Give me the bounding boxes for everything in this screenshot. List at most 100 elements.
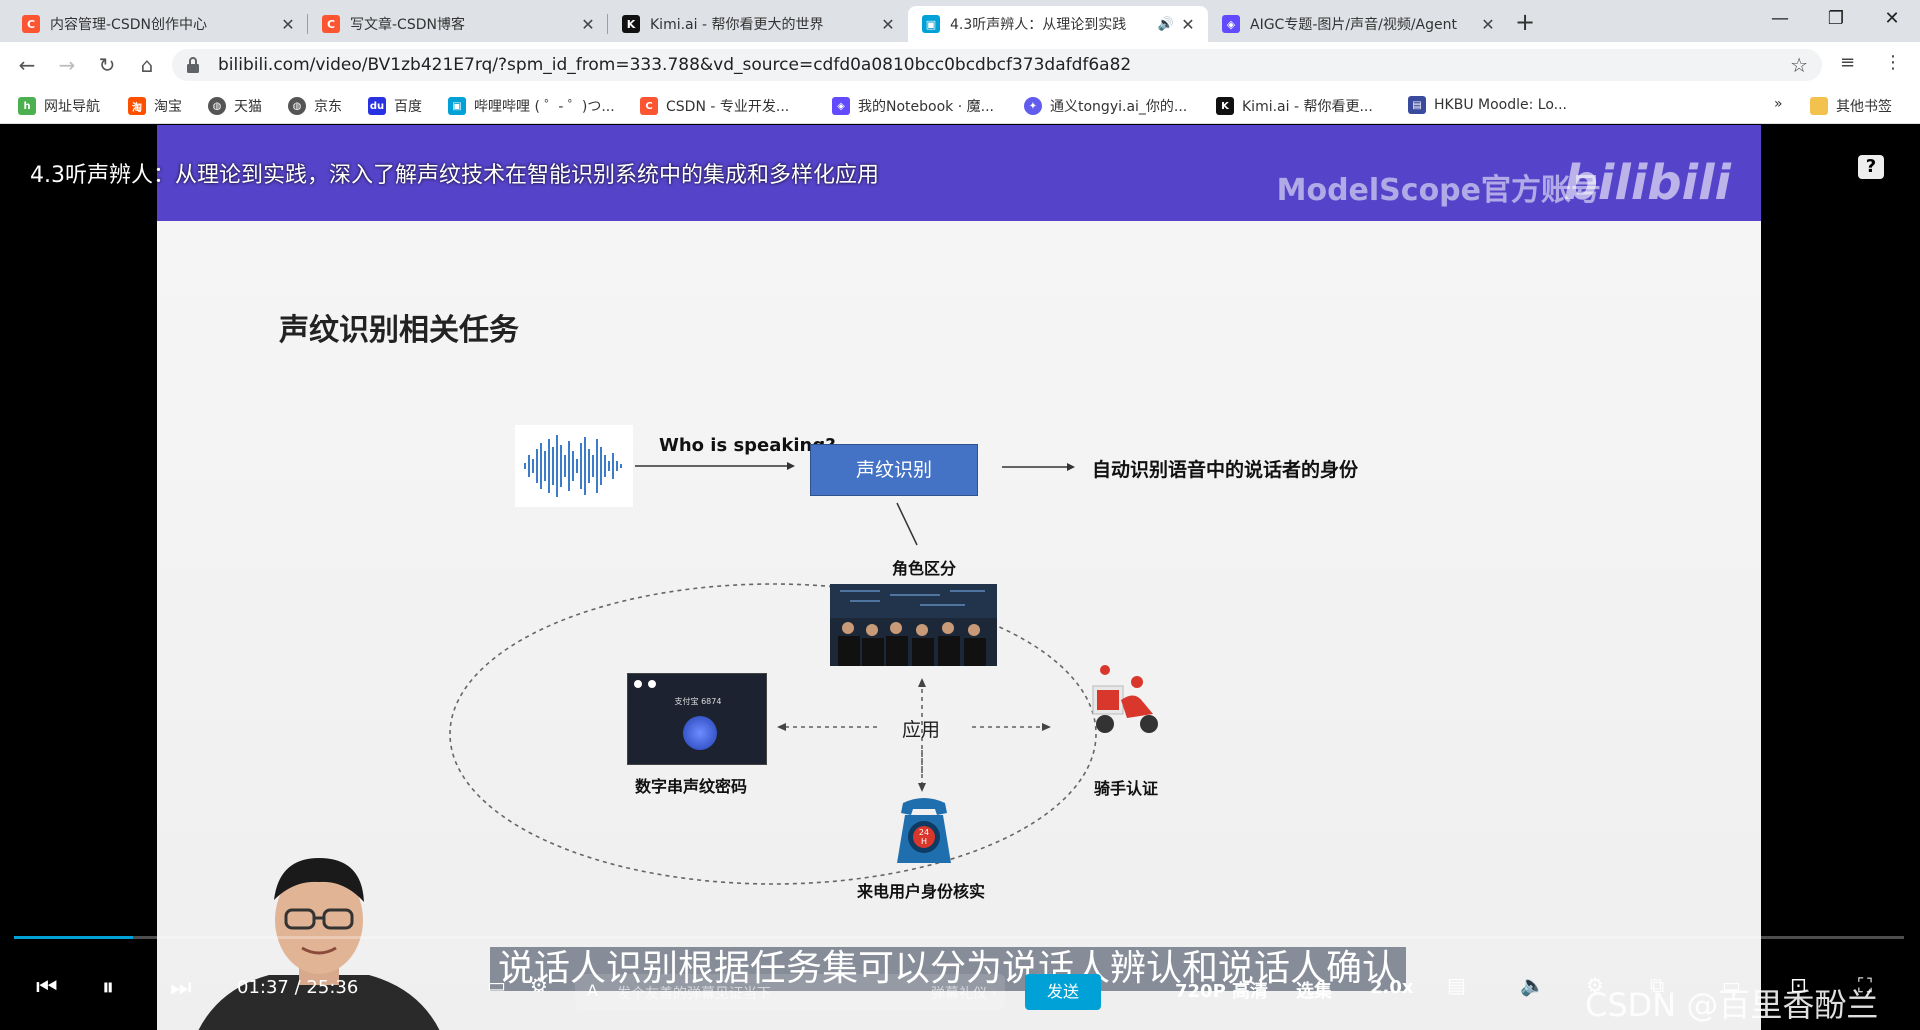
bookmark-item[interactable]: ▤ HKBU Moodle: Lo... [1408,96,1567,114]
close-icon[interactable]: ✕ [578,15,598,34]
hotline-phone-icon: 24 H [897,798,951,863]
other-bookmarks[interactable]: 其他书签 [1810,96,1892,116]
address-bar[interactable]: bilibili.com/video/BV1zb421E7rq/?spm_id_… [172,49,1822,81]
rider-auth-label: 骑手认证 [1094,779,1159,798]
screen-dot-icon [634,680,642,688]
caller-verify-label: 来电用户身份核实 [857,882,986,901]
bookmark-label: 天猫 [234,99,262,115]
menu-icon[interactable]: ⋮ [1884,52,1902,73]
voice-orb-icon [683,716,717,750]
reload-button[interactable]: ↻ [92,50,122,80]
bookmark-label: HKBU Moodle: Lo... [1434,97,1567,113]
bookmark-label: CSDN - 专业开发... [666,99,790,115]
forward-button[interactable]: → [52,50,82,80]
danmu-settings-icon[interactable]: ⚙ [530,973,548,997]
tab-title: 内容管理-CSDN创作中心 [50,17,207,33]
minimize-button[interactable]: — [1752,0,1808,40]
tab-csdn-write[interactable]: C 写文章-CSDN博客 ✕ [308,6,608,42]
auto-identify-label: 自动识别语音中的说话者的身份 [1092,459,1359,481]
role-distinction-label: 角色区分 [892,559,957,578]
baidu-icon: du [368,97,386,115]
send-button[interactable]: 发送 [1025,974,1101,1010]
bookmark-item[interactable]: ◍ 天猫 [208,96,262,116]
video-title: 4.3听声辨人：从理论到实践，深入了解声纹技术在智能识别系统中的集成和多样化应用 [30,163,879,188]
progress-bar[interactable] [14,936,1904,939]
screen-text: 支付宝 6874 [674,697,722,706]
tab-modelscope[interactable]: ◈ AIGC专题-图片/声音/视频/Agent ✕ [1208,6,1508,42]
bookmarks-overflow[interactable]: » [1774,96,1783,112]
quality-button[interactable]: 720P 高清 [1175,977,1268,1003]
danmu-toggle-icon[interactable]: ▭ [487,973,506,997]
speaker-icon[interactable]: 🔊 [1158,17,1174,32]
bookmark-item[interactable]: 淘淘宝 [128,96,182,116]
tongyi-icon: ✦ [1024,97,1042,115]
episodes-button[interactable]: 选集 [1296,977,1332,1003]
text-style-icon[interactable]: A [587,981,598,1000]
bookmark-item[interactable]: C CSDN - 专业开发... [640,96,789,116]
bookmark-label: 我的Notebook · 魔... [858,99,994,115]
star-icon[interactable]: ☆ [1790,53,1808,77]
danmu-input[interactable]: A 发个友善的弹幕见证当下 弹幕礼仪 › [575,974,1005,1010]
home-button[interactable]: ⌂ [132,50,162,80]
danmu-placeholder: 发个友善的弹幕见证当下 [617,986,771,1002]
subtitle-icon[interactable]: ▤ [1447,973,1466,997]
csdn-watermark: CSDN @百里香酚兰 [1585,986,1879,1024]
hotline-text-bottom: H [921,837,927,846]
close-icon[interactable]: ✕ [1478,15,1498,34]
bookmark-label: 网址导航 [44,99,100,115]
help-icon[interactable]: ? [1858,155,1884,179]
close-icon[interactable]: ✕ [1178,15,1198,34]
close-window-button[interactable]: ✕ [1864,0,1920,40]
bookmark-item[interactable]: K Kimi.ai - 帮你看更... [1216,96,1373,116]
other-bookmarks-label: 其他书签 [1836,99,1892,115]
screen-dot-icon [648,680,656,688]
tab-title: 写文章-CSDN博客 [350,17,465,33]
folder-icon [1810,97,1828,115]
time-separator: / [294,977,301,998]
digit-voice-password-label: 数字串声纹密码 [635,777,748,796]
tab-bilibili-active[interactable]: ▣ 4.3听声辨人：从理论到实践 🔊 ✕ [908,6,1208,42]
tab-csdn-content[interactable]: C 内容管理-CSDN创作中心 ✕ [8,6,308,42]
globe-icon: ◍ [208,97,226,115]
hao123-icon: h [18,97,36,115]
bilibili-icon: ▣ [448,97,466,115]
csdn-icon: C [640,97,658,115]
bookmark-item[interactable]: du 百度 [368,96,422,116]
waveform-image [515,425,633,507]
voice-password-screen: 支付宝 6874 [627,673,767,765]
kimi-icon: K [622,15,640,33]
volume-icon[interactable]: 🔈 [1520,973,1545,997]
bookmark-item[interactable]: ✦ 通义tongyi.ai_你的... [1024,96,1187,116]
bookmark-item[interactable]: ◍ 京东 [288,96,342,116]
bookmark-label: 通义tongyi.ai_你的... [1050,99,1188,115]
url-text: bilibili.com/video/BV1zb421E7rq/?spm_id_… [218,55,1132,75]
tab-strip: C 内容管理-CSDN创作中心 ✕ C 写文章-CSDN博客 ✕ K Kimi.… [0,0,1920,42]
csdn-icon: C [322,15,340,33]
time-total: 25:36 [306,977,359,998]
danmu-etiquette-link[interactable]: 弹幕礼仪 › [931,983,997,1003]
bookmark-label: 哔哩哔哩 ( ゜- ゜)つ... [474,99,615,115]
time-display: 01:37 / 25:36 [237,977,358,998]
new-tab-button[interactable]: + [1510,8,1540,38]
tab-title: 4.3听声辨人：从理论到实践 [950,17,1127,33]
modelscope-icon: ◈ [832,97,850,115]
tab-title: Kimi.ai - 帮你看更大的世界 [650,17,824,33]
speed-button[interactable]: 2.0x [1370,977,1414,998]
next-icon[interactable]: ⏭ [170,973,192,1001]
previous-icon[interactable]: ⏮ [36,973,58,1001]
video-player[interactable]: ModelScope官方账号 bilibili 声纹识别相关任务 Who is … [0,125,1920,1030]
close-icon[interactable]: ✕ [878,15,898,34]
tab-kimi[interactable]: K Kimi.ai - 帮你看更大的世界 ✕ [608,6,908,42]
pause-icon[interactable]: ⏸ [102,973,114,1001]
tab-title: AIGC专题-图片/声音/视频/Agent [1250,17,1457,33]
reading-list-icon[interactable]: ≡ [1840,52,1855,73]
csdn-icon: C [22,15,40,33]
bookmark-item[interactable]: h 网址导航 [18,96,100,116]
bookmarks-bar: h 网址导航 淘淘宝 ◍ 天猫 ◍ 京东 du 百度 ▣ 哔哩哔哩 ( ゜- ゜)つ...… [0,88,1920,124]
kimi-icon: K [1216,97,1234,115]
bookmark-item[interactable]: ▣ 哔哩哔哩 ( ゜- ゜)つ... [448,96,615,116]
back-button[interactable]: ← [12,50,42,80]
restore-button[interactable]: ❐ [1808,0,1864,40]
bookmark-item[interactable]: ◈ 我的Notebook · 魔... [832,96,994,116]
close-icon[interactable]: ✕ [278,15,298,34]
